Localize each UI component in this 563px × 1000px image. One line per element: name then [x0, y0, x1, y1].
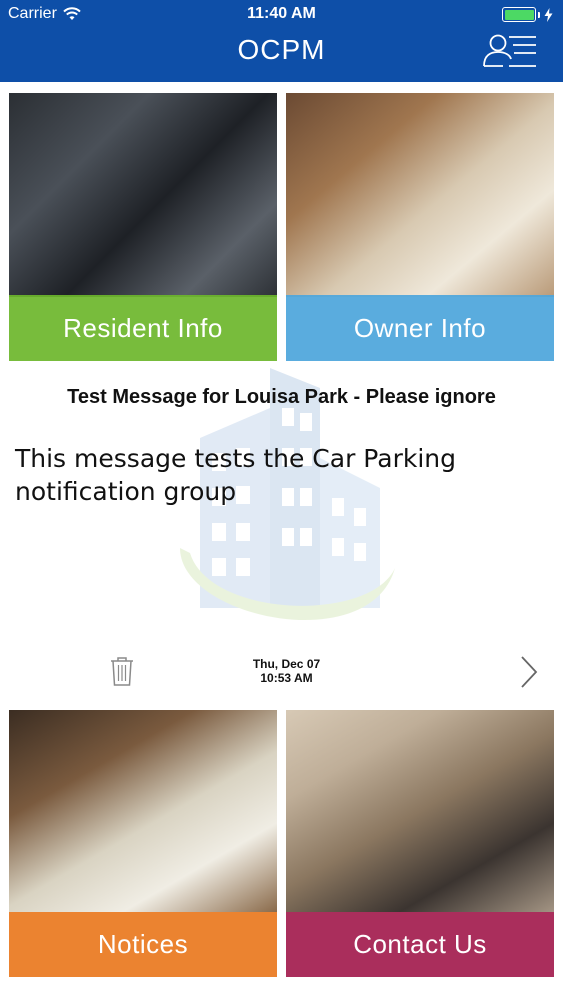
battery-indicator [502, 7, 553, 22]
profile-menu-icon[interactable] [481, 33, 539, 69]
resident-info-tile[interactable]: Resident Info [9, 93, 277, 361]
message-title: Test Message for Louisa Park - Please ig… [67, 386, 496, 408]
status-time: 11:40 AM [247, 5, 316, 22]
owner-info-label: Owner Info [286, 295, 554, 361]
laptop-phone-photo [286, 710, 554, 912]
message-timestamp: Thu, Dec 07 10:53 AM [0, 657, 563, 685]
contact-us-tile[interactable]: Contact Us [286, 710, 554, 977]
resident-info-label: Resident Info [9, 295, 277, 361]
owner-info-tile[interactable]: Owner Info [286, 93, 554, 361]
message-date: Thu, Dec 07 [252, 657, 321, 671]
chevron-right-icon[interactable] [517, 654, 539, 690]
contact-us-label: Contact Us [286, 912, 554, 977]
document-photo [9, 710, 277, 912]
charging-icon [544, 7, 553, 22]
message-body: This message tests the Car Parking notif… [15, 444, 456, 506]
battery-icon [502, 7, 536, 22]
status-bar: Carrier 11:40 AM [0, 0, 563, 30]
notices-tile[interactable]: Notices [9, 710, 277, 977]
notices-label: Notices [9, 912, 277, 977]
building-photo [9, 93, 277, 297]
app-title: OCPM [237, 34, 326, 65]
message-time: 10:53 AM [260, 671, 313, 685]
handshake-photo [286, 93, 554, 297]
app-header: Carrier 11:40 AM OCPM [0, 0, 563, 82]
